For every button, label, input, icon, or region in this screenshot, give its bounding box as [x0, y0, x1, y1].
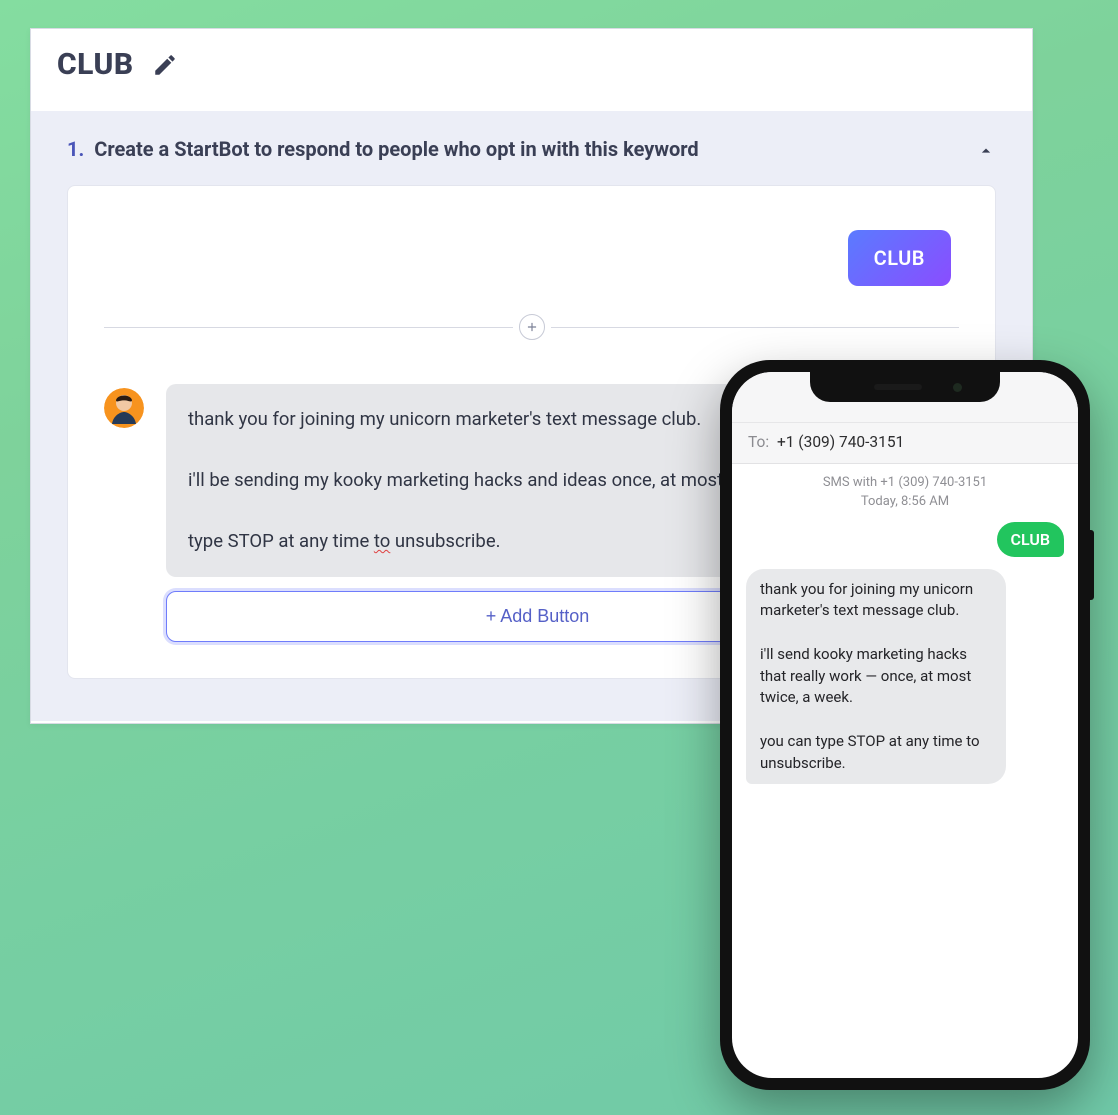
sms-meta-line2: Today, 8:56 AM [748, 493, 1062, 512]
step-number: 1. [67, 137, 84, 161]
step-header[interactable]: 1. Create a StartBot to respond to peopl… [67, 137, 996, 161]
phone-screen: To: +1 (309) 740-3151 SMS with +1 (309) … [732, 372, 1078, 1078]
keyword-pill[interactable]: CLUB [848, 230, 951, 286]
sms-to-row: To: +1 (309) 740-3151 [732, 422, 1078, 463]
sms-incoming-bubble: thank you for joining my unicorn markete… [746, 569, 1006, 785]
divider-line [104, 327, 513, 328]
phone-notch [810, 372, 1000, 402]
sms-incoming: thank you for joining my unicorn markete… [746, 569, 1064, 785]
message-text-part2: unsubscribe. [390, 530, 500, 552]
avatar [104, 388, 144, 428]
step-title: Create a StartBot to respond to people w… [94, 137, 698, 161]
sms-to-label: To: [748, 433, 769, 451]
sms-outgoing-bubble: CLUB [997, 522, 1064, 557]
add-step-divider [104, 314, 959, 340]
sms-meta-line1: SMS with +1 (309) 740-3151 [748, 474, 1062, 493]
add-step-button plus-icon[interactable] [519, 314, 545, 340]
pencil-icon[interactable] [152, 52, 178, 78]
panel-header: CLUB [31, 29, 1032, 111]
sms-outgoing: CLUB [746, 522, 1064, 557]
divider-line [551, 327, 960, 328]
message-text-spell: to [374, 530, 390, 552]
chevron-up-icon[interactable] [976, 141, 996, 161]
phone-mockup: To: +1 (309) 740-3151 SMS with +1 (309) … [720, 360, 1090, 1090]
sms-body: CLUB thank you for joining my unicorn ma… [732, 522, 1078, 785]
sms-meta: SMS with +1 (309) 740-3151 Today, 8:56 A… [732, 464, 1078, 518]
sms-to-number: +1 (309) 740-3151 [777, 433, 904, 451]
panel-title: CLUB [57, 47, 134, 82]
